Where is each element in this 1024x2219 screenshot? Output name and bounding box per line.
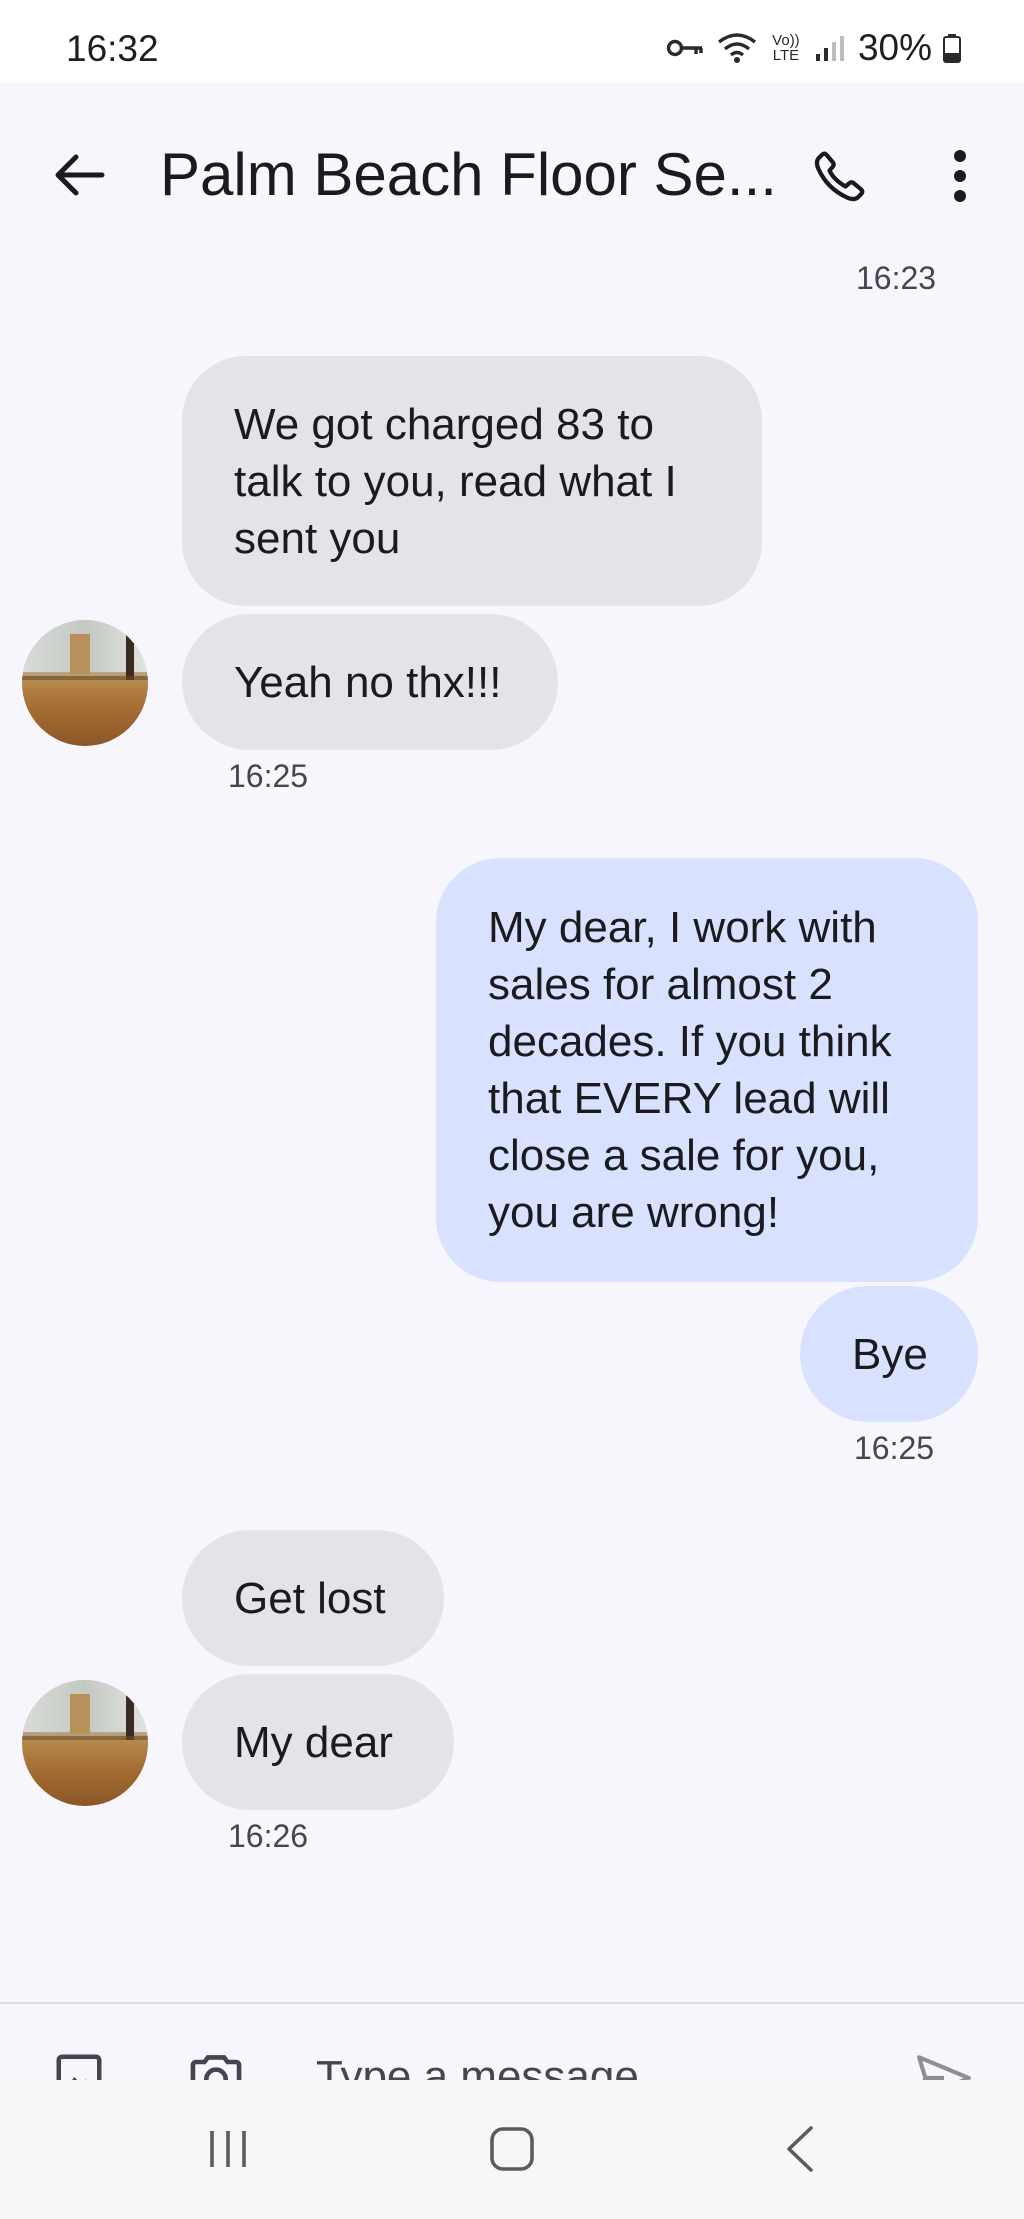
message-thread[interactable]: 16:23 We got charged 83 to talk to you, … <box>0 262 1024 2002</box>
avatar-image-detail <box>126 630 134 680</box>
arrow-back-icon <box>54 153 106 202</box>
battery-percent: 30% <box>857 27 932 68</box>
message-text: Bye <box>852 1329 928 1379</box>
home-button[interactable] <box>476 2116 548 2186</box>
avatar-image-detail <box>70 1694 90 1734</box>
call-button[interactable] <box>800 138 880 218</box>
message-line: that EVERY lead will <box>488 1074 890 1123</box>
message-bubble-incoming[interactable]: My dear <box>182 1674 454 1810</box>
message-bubble-incoming[interactable]: Get lost <box>182 1530 444 1666</box>
signal-icon <box>814 34 844 62</box>
status-bar: 16:32 Vo)) LTE 30% <box>0 0 1024 82</box>
message-line: My dear, I work with <box>488 903 877 952</box>
contact-avatar[interactable] <box>22 1680 148 1806</box>
nav-back-button[interactable] <box>764 2116 836 2186</box>
message-line: decades. If you think <box>488 1017 892 1066</box>
contact-avatar[interactable] <box>22 620 148 746</box>
avatar-image-detail <box>70 634 90 674</box>
top-app-bar: Palm Beach Floor Se... <box>0 82 1024 262</box>
timestamp: 16:23 <box>856 262 937 296</box>
message-bubble-outgoing[interactable]: Bye <box>800 1286 978 1422</box>
message-line: talk to you, read what I <box>234 456 677 506</box>
recents-button[interactable] <box>192 2116 264 2186</box>
more-vert-icon <box>950 149 970 208</box>
status-icons: Vo)) LTE 30% <box>666 26 962 70</box>
message-line: close a sale for you, <box>488 1131 880 1180</box>
back-button[interactable] <box>40 142 120 212</box>
vpn-key-icon <box>666 36 706 60</box>
avatar-image-detail <box>22 676 148 680</box>
timestamp: 16:26 <box>228 1818 309 1854</box>
timestamp: 16:25 <box>854 1430 935 1466</box>
message-text: Get lost <box>234 1573 386 1623</box>
message-line: sent you <box>234 513 401 563</box>
message-bubble-outgoing[interactable]: My dear, I work with sales for almost 2 … <box>436 858 978 1282</box>
conversation-title[interactable]: Palm Beach Floor Se... <box>160 140 780 209</box>
home-icon <box>488 2125 536 2178</box>
system-navigation-bar <box>0 2080 1024 2219</box>
network-label: Vo)) LTE <box>772 32 800 64</box>
chevron-left-icon <box>783 2124 817 2179</box>
battery-icon <box>942 33 962 63</box>
messages-app: Palm Beach Floor Se... 16:23 We got char… <box>0 82 1024 2162</box>
timestamp: 16:25 <box>228 758 309 794</box>
message-text: Yeah no thx!!! <box>234 657 502 707</box>
message-line: you are wrong! <box>488 1188 780 1237</box>
message-bubble-incoming[interactable]: Yeah no thx!!! <box>182 614 558 750</box>
avatar-image-detail <box>126 1690 134 1740</box>
message-line: sales for almost 2 <box>488 960 833 1009</box>
message-bubble-incoming[interactable]: We got charged 83 to talk to you, read w… <box>182 356 762 606</box>
wifi-icon <box>716 32 758 64</box>
avatar-image-detail <box>22 1736 148 1740</box>
status-time: 16:32 <box>66 28 159 69</box>
message-text: My dear <box>234 1717 393 1767</box>
volte-lte-icon: Vo)) LTE <box>768 33 804 63</box>
phone-icon <box>810 146 870 211</box>
message-text: We got charged 83 to talk to you, read w… <box>234 396 677 567</box>
message-line: We got charged 83 to <box>234 399 654 449</box>
more-options-button[interactable] <box>920 138 1000 218</box>
message-text: My dear, I work with sales for almost 2 … <box>488 899 892 1241</box>
recents-icon <box>206 2127 250 2176</box>
